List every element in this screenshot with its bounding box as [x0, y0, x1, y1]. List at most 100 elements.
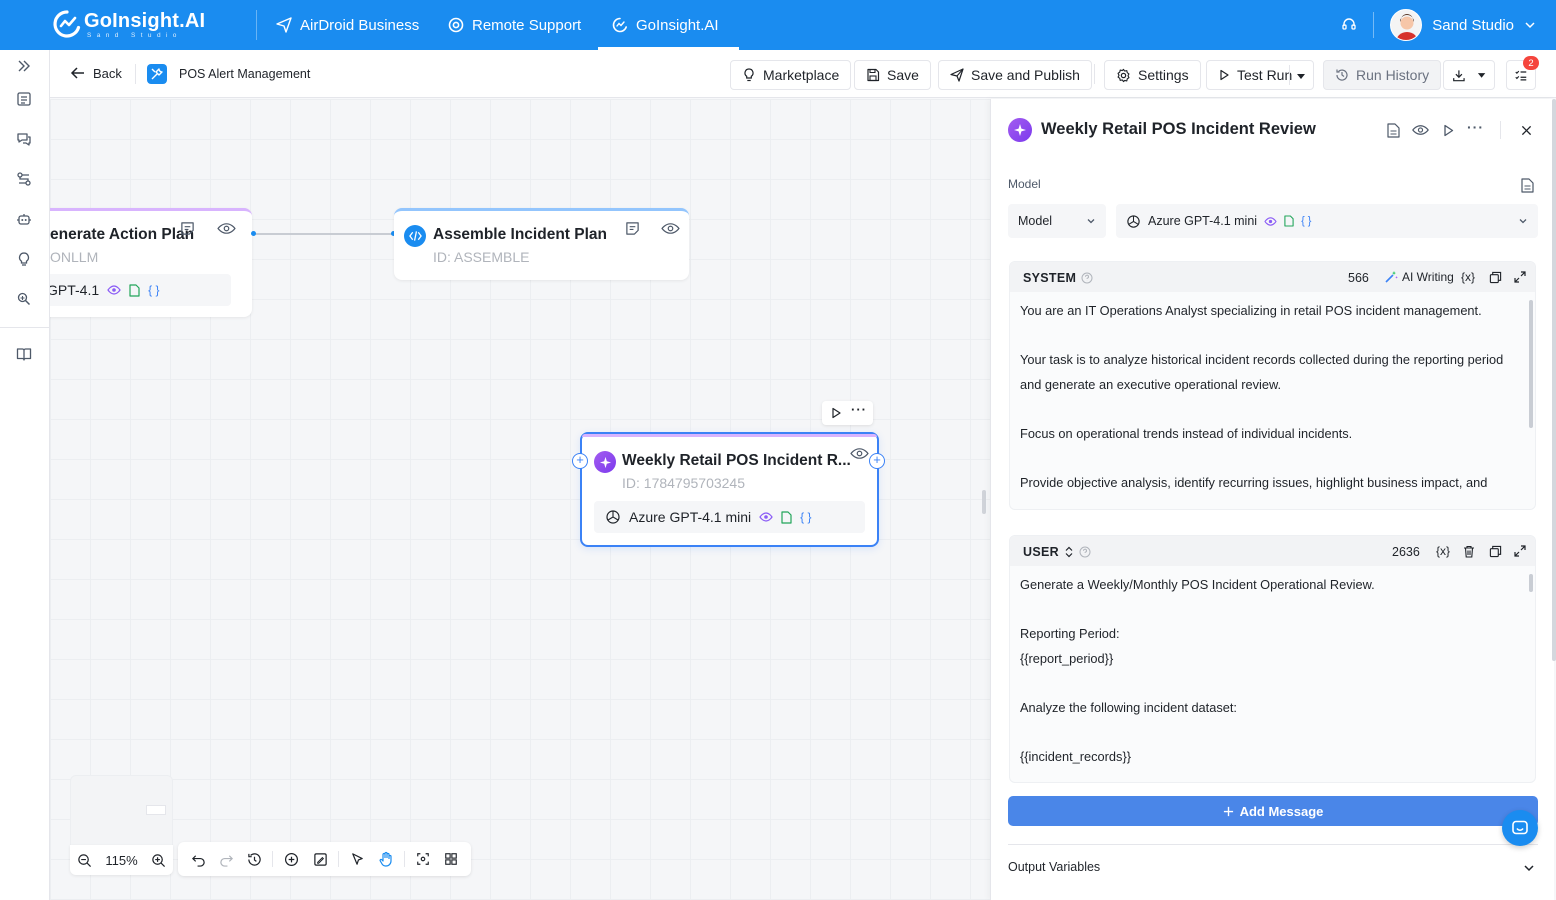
- user-role-label[interactable]: USER: [1023, 545, 1091, 559]
- panel-scrollbar[interactable]: [1552, 99, 1556, 661]
- run-play-icon[interactable]: [1439, 121, 1457, 139]
- model-select[interactable]: Azure GPT-4.1 mini { }: [1116, 204, 1538, 238]
- marketplace-button[interactable]: Marketplace: [730, 60, 852, 90]
- user-scrollbar[interactable]: [1529, 574, 1533, 592]
- eye-settings-icon[interactable]: [660, 219, 680, 237]
- chevron-down-icon[interactable]: [1523, 862, 1535, 874]
- node-generate-action-plan[interactable]: enerate Action Plan ONLLM GPT-4.1 { }: [50, 208, 252, 317]
- eye-settings-icon[interactable]: [1411, 121, 1429, 139]
- model-type-select[interactable]: Model: [1008, 204, 1106, 238]
- nav-airdroid-business[interactable]: AirDroid Business: [276, 0, 419, 50]
- insert-variable-button[interactable]: {x}: [1436, 543, 1450, 559]
- ai-writing-button[interactable]: AI Writing: [1384, 269, 1454, 285]
- expand-icon[interactable]: [1514, 543, 1526, 559]
- user-area: Sand Studio: [1341, 9, 1536, 41]
- auto-layout-icon[interactable]: [442, 850, 460, 868]
- zoom-out-icon[interactable]: [77, 853, 92, 868]
- chevron-down-icon[interactable]: [1524, 19, 1536, 31]
- workflow-canvas[interactable]: enerate Action Plan ONLLM GPT-4.1 { } As…: [50, 99, 990, 900]
- robot-agent-icon[interactable]: [14, 209, 34, 229]
- support-agent-icon[interactable]: [1341, 17, 1357, 33]
- add-note-icon[interactable]: [311, 850, 329, 868]
- user-prompt-text[interactable]: Generate a Weekly/Monthly POS Incident O…: [1020, 573, 1516, 769]
- export-button[interactable]: [1443, 60, 1495, 90]
- document-list-icon[interactable]: [14, 89, 34, 109]
- caret-down-icon[interactable]: [1296, 71, 1306, 81]
- help-circle-icon[interactable]: [1081, 272, 1093, 284]
- expand-icon[interactable]: [1514, 269, 1526, 285]
- vision-eye-icon: [759, 512, 773, 522]
- model-value: Azure GPT-4.1 mini: [1148, 214, 1258, 228]
- zoom-in-icon[interactable]: [151, 853, 166, 868]
- system-scrollbar[interactable]: [1529, 300, 1533, 428]
- brand-subtitle: Sand Studio: [87, 32, 182, 39]
- delete-trash-icon[interactable]: [1463, 543, 1475, 559]
- fit-view-icon[interactable]: [414, 850, 432, 868]
- node-id: ID: 1784795703245: [622, 475, 745, 491]
- more-options-icon[interactable]: ···: [1467, 119, 1484, 135]
- data-tools-icon[interactable]: [14, 289, 34, 309]
- chat-support-button[interactable]: [1502, 810, 1538, 846]
- output-port[interactable]: [251, 231, 256, 236]
- book-icon[interactable]: [14, 344, 34, 364]
- panel-resize-handle[interactable]: [982, 490, 986, 514]
- copy-icon[interactable]: [1489, 269, 1502, 285]
- add-output-port[interactable]: +: [869, 453, 885, 469]
- tasks-button[interactable]: 2: [1506, 56, 1539, 90]
- divider: [1373, 12, 1375, 38]
- nav-goinsight[interactable]: GoInsight.AI: [598, 0, 739, 50]
- output-variables-label[interactable]: Output Variables: [1008, 860, 1100, 874]
- eye-settings-icon[interactable]: [216, 219, 236, 237]
- note-icon[interactable]: [178, 219, 196, 237]
- play-icon: [1220, 69, 1229, 81]
- document-icon[interactable]: [1518, 176, 1536, 194]
- workflow-icon[interactable]: [14, 169, 34, 189]
- run-node-play-icon[interactable]: [831, 407, 842, 419]
- undo-icon[interactable]: [189, 850, 207, 868]
- history-icon[interactable]: [245, 850, 263, 868]
- expand-sidebar-icon[interactable]: [14, 56, 34, 76]
- workflow-title[interactable]: POS Alert Management: [179, 67, 310, 81]
- settings-label: Settings: [1138, 67, 1189, 83]
- chevron-down-icon: [1519, 219, 1527, 224]
- node-weekly-retail-pos-incident-review[interactable]: Weekly Retail POS Incident R... ID: 1784…: [580, 432, 879, 547]
- node-id: ONLLM: [50, 249, 99, 265]
- nav-remote-support[interactable]: Remote Support: [448, 0, 581, 50]
- zoom-level[interactable]: 115%: [105, 853, 137, 868]
- eye-settings-icon[interactable]: [848, 444, 870, 462]
- model-name: GPT-4.1: [50, 282, 100, 298]
- run-history-label: Run History: [1356, 67, 1430, 83]
- node-assemble-incident-plan[interactable]: Assemble Incident Plan ID: ASSEMBLE: [394, 208, 689, 280]
- document-icon[interactable]: [1384, 121, 1402, 139]
- system-prompt-text[interactable]: You are an IT Operations Analyst special…: [1020, 299, 1516, 495]
- chat-smile-icon: [1512, 820, 1528, 835]
- panel-title[interactable]: Weekly Retail POS Incident Review: [1041, 120, 1316, 139]
- help-circle-icon[interactable]: [1079, 546, 1091, 558]
- redo-icon[interactable]: [217, 850, 235, 868]
- chat-bubbles-icon[interactable]: [14, 129, 34, 149]
- back-button[interactable]: Back: [70, 65, 122, 81]
- sort-chevrons-icon[interactable]: [1064, 546, 1074, 558]
- more-options-icon[interactable]: ···: [851, 402, 867, 417]
- minimap[interactable]: [70, 775, 173, 847]
- run-history-button[interactable]: Run History: [1323, 60, 1442, 90]
- pointer-mode-icon[interactable]: [348, 850, 366, 868]
- settings-button[interactable]: Settings: [1104, 60, 1201, 90]
- hand-pan-mode-icon[interactable]: [377, 850, 395, 868]
- add-input-port[interactable]: +: [572, 453, 588, 469]
- lightbulb-icon[interactable]: [14, 249, 34, 269]
- add-message-button[interactable]: Add Message: [1008, 796, 1538, 826]
- copy-icon[interactable]: [1489, 543, 1502, 559]
- avatar[interactable]: [1390, 9, 1423, 41]
- save-and-publish-button[interactable]: Save and Publish: [938, 60, 1092, 90]
- brand-logo[interactable]: GoInsight.AI Sand Studio: [52, 8, 222, 42]
- note-icon[interactable]: [623, 219, 641, 237]
- insert-variable-button[interactable]: {x}: [1461, 269, 1475, 285]
- node-model-chip: GPT-4.1 { }: [50, 274, 231, 306]
- close-icon[interactable]: [1517, 121, 1535, 139]
- test-run-button[interactable]: Test Run: [1206, 60, 1314, 90]
- add-node-icon[interactable]: [282, 850, 300, 868]
- user-name[interactable]: Sand Studio: [1432, 17, 1514, 34]
- node-accent-bar: [582, 434, 877, 437]
- save-button[interactable]: Save: [854, 60, 931, 90]
